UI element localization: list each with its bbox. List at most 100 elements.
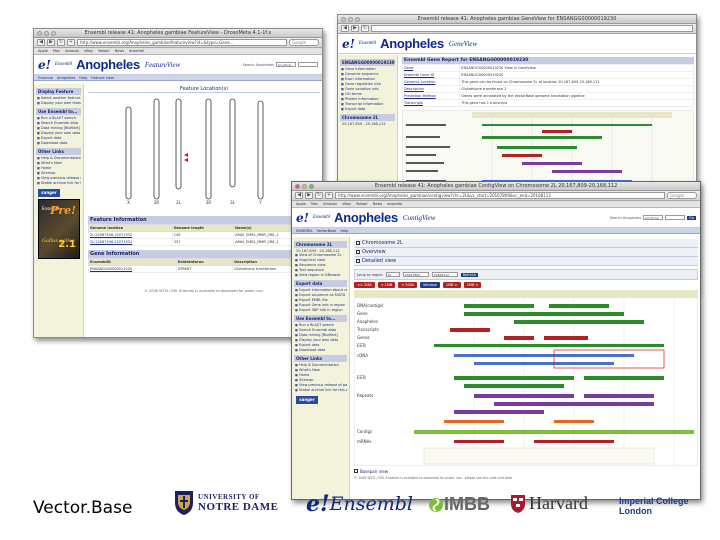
nav-link[interactable]: Ensembl	[38, 75, 53, 80]
table-cell[interactable]: Prediction Method	[401, 92, 461, 100]
column-header: Genome length	[171, 224, 235, 232]
search-input[interactable]	[665, 215, 686, 220]
expand-icon[interactable]	[354, 469, 358, 473]
zoom-icon[interactable]	[51, 31, 56, 36]
bookmark-link[interactable]: eBay	[342, 201, 351, 207]
reload-icon[interactable]: ↻	[361, 25, 369, 32]
region-end-input[interactable]: 20168112	[431, 272, 458, 277]
url-field[interactable]: http://www.ensembl.org/Anopheles_gambiae…	[77, 39, 287, 46]
zoom-nav-button[interactable]: << 2MB	[354, 282, 375, 288]
expand-icon[interactable]	[356, 259, 360, 263]
bookmark-link[interactable]: Amazon	[323, 201, 337, 207]
bookmark-link[interactable]: News	[373, 201, 382, 207]
close-icon[interactable]	[295, 184, 300, 189]
nav-link[interactable]: VectorBase	[317, 228, 337, 233]
table-cell[interactable]: ENSANGG00000011000	[88, 265, 177, 273]
zoom-nav-button[interactable]: 2MB >	[463, 282, 482, 288]
reload-icon[interactable]: ↻	[315, 192, 323, 199]
go-button[interactable]: Go	[687, 215, 696, 220]
table-cell[interactable]: Ensembl Gene ID	[401, 71, 461, 79]
minimize-icon[interactable]	[348, 17, 353, 22]
ensembl-logo[interactable]: e!	[342, 37, 355, 51]
ensembl-pre-banner[interactable]: Ensembl Pre! Gallus gallus 2.1	[38, 199, 80, 259]
bookmark-link[interactable]: Yahoo!	[356, 201, 368, 207]
nav-link[interactable]: ENSEMBL	[296, 228, 313, 233]
back-icon[interactable]: ◀	[37, 39, 45, 46]
chromosome-y	[257, 100, 264, 200]
region-chr-input[interactable]: 2L	[385, 272, 400, 277]
zoom-nav-button[interactable]: Window	[420, 282, 440, 288]
bookmark-link[interactable]: Amazon	[65, 48, 79, 54]
section-toggle[interactable]: Overview	[354, 248, 698, 257]
search-select[interactable]: Anything	[643, 215, 664, 220]
section-toggle[interactable]: Detailed view	[354, 257, 698, 266]
refresh-button[interactable]: Refresh	[460, 272, 478, 277]
expand-icon[interactable]	[356, 241, 360, 245]
bookmark-link[interactable]: ensembl	[387, 201, 402, 207]
back-icon[interactable]: ◀	[341, 25, 349, 32]
table-cell[interactable]: 2L:22067456-22071531	[88, 238, 173, 246]
track-label: mRNAs	[357, 439, 372, 444]
minimize-icon[interactable]	[302, 184, 307, 189]
zoom-nav-button[interactable]: 1MB >	[442, 282, 461, 288]
search-input[interactable]	[298, 62, 318, 67]
bookmark-link[interactable]: Apple	[38, 48, 48, 54]
sanger-logo[interactable]: sanger	[38, 189, 60, 197]
bookmark-link[interactable]: Mac	[311, 201, 318, 207]
bookmark-link[interactable]: News	[115, 48, 124, 54]
gene-report-table: Gene ENSANGG00000019230 View in GeneView E…	[401, 64, 694, 107]
contigview-sidebar: Chromosome 2L 20,167,809 - 20,168,112 Vi…	[292, 237, 350, 499]
bookmark-link[interactable]: Apple	[296, 201, 306, 207]
sidebar-link[interactable]: Stable archive link for this page	[36, 181, 81, 186]
back-icon[interactable]: ◀	[295, 192, 303, 199]
ensembl-logo[interactable]: e!	[38, 58, 51, 72]
table-cell[interactable]: Genomic Location	[401, 78, 461, 86]
panel-title: Feature Location(s)	[88, 86, 320, 93]
forward-icon[interactable]: ▶	[305, 192, 313, 199]
minimize-icon[interactable]	[44, 31, 49, 36]
sidebar-link[interactable]: View region in GBrowse	[294, 273, 347, 278]
close-icon[interactable]	[341, 17, 346, 22]
google-search-field[interactable]: Google	[667, 192, 697, 199]
ensembl-logo[interactable]: e!	[296, 211, 309, 225]
search-select[interactable]: Anything	[276, 62, 296, 67]
add-bookmark-icon[interactable]: +	[325, 192, 333, 199]
add-bookmark-icon[interactable]: +	[67, 39, 75, 46]
nav-link[interactable]: Help	[340, 228, 348, 233]
nav-link[interactable]: Anopheles	[57, 75, 75, 80]
nav-link[interactable]: Feature view	[91, 75, 113, 80]
table-cell[interactable]: Description	[401, 85, 461, 93]
sidebar-link[interactable]: Export data	[340, 107, 395, 112]
sidebar-link[interactable]: Export SNP info in region	[294, 308, 347, 313]
zoom-nav-button[interactable]: < 500k	[398, 282, 418, 288]
expand-icon[interactable]	[356, 250, 360, 254]
sidebar-link[interactable]: Display your own features on a karyotype	[36, 101, 81, 106]
url-field[interactable]	[371, 25, 693, 32]
region-start-input[interactable]: 20167809	[402, 272, 429, 277]
sidebar-link[interactable]: Stable archive link for this page	[294, 388, 347, 393]
table-cell[interactable]: Gene	[401, 64, 461, 72]
bookmark-link[interactable]: Mac	[53, 48, 60, 54]
url-field[interactable]: http://www.ensembl.org/Anopheles_gambiae…	[335, 192, 665, 199]
table-cell[interactable]: Transcripts	[401, 99, 461, 107]
bookmark-link[interactable]: Yahoo!	[98, 48, 110, 54]
zoom-icon[interactable]	[309, 184, 314, 189]
close-icon[interactable]	[37, 31, 42, 36]
gene-report-title: Ensembl Gene Report for ENSANGG000000192…	[402, 57, 694, 64]
bookmark-link[interactable]: ensembl	[129, 48, 144, 54]
reload-icon[interactable]: ↻	[57, 39, 65, 46]
section-toggle[interactable]: Chromosome 2L	[354, 239, 698, 248]
sidebar-link[interactable]: Download data	[294, 348, 347, 353]
sanger-logo[interactable]: sanger	[296, 396, 318, 404]
forward-icon[interactable]: ▶	[47, 39, 55, 46]
section-label: Detailed view	[362, 258, 397, 264]
table-cell[interactable]: 2L:22067456-22071532	[88, 231, 173, 239]
bookmark-link[interactable]: eBay	[84, 48, 93, 54]
google-search-field[interactable]: Google	[289, 39, 319, 46]
basepair-view-row[interactable]: Basepair view	[354, 469, 698, 474]
zoom-icon[interactable]	[355, 17, 360, 22]
forward-icon[interactable]: ▶	[351, 25, 359, 32]
nav-link[interactable]: Help	[79, 75, 87, 80]
sidebar-link[interactable]: Download data	[36, 141, 81, 146]
zoom-nav-button[interactable]: < 1MB	[377, 282, 396, 288]
